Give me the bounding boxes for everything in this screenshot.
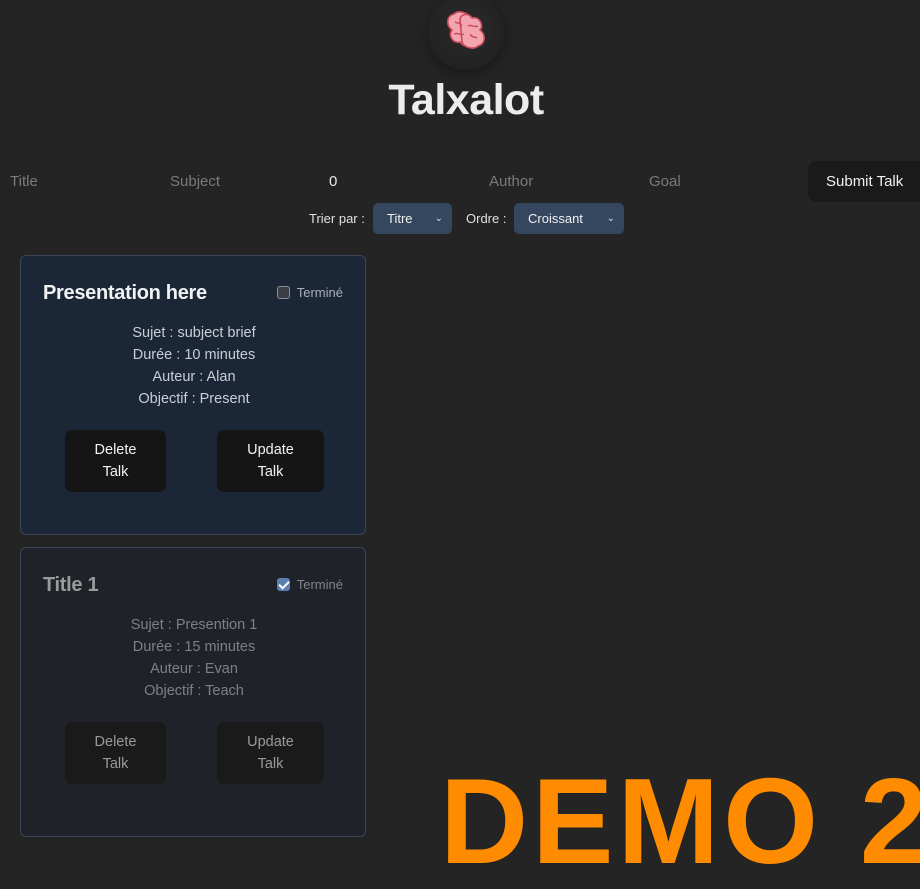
talk-subject: Sujet : Presention 1 [130, 617, 258, 633]
talk-details: Sujet : subject brief Durée : 10 minutes… [21, 322, 367, 410]
sort-by-label: Trier par : [309, 211, 365, 226]
update-label-line2: Talk [257, 464, 284, 480]
talk-form [0, 163, 920, 203]
talk-duration: Durée : 10 minutes [132, 347, 256, 363]
checkbox-checked-icon[interactable] [276, 578, 290, 591]
talk-details: Sujet : Presention 1 Durée : 15 minutes … [21, 614, 367, 702]
brain-logo-icon [446, 11, 486, 49]
talk-title: Presentation here [43, 282, 207, 304]
update-label-line1: Update [247, 734, 294, 750]
submit-talk-button[interactable]: Submit Talk [808, 161, 920, 202]
goal-input[interactable] [649, 163, 789, 201]
sort-by-select[interactable]: Titre ⌄ [373, 203, 452, 234]
duration-input[interactable] [329, 163, 469, 201]
demo-overlay-text: DEMO 2 [440, 753, 920, 889]
update-label-line2: Talk [257, 756, 284, 772]
talk-duration: Durée : 15 minutes [132, 639, 256, 655]
delete-talk-button[interactable]: Delete Talk [65, 722, 166, 784]
done-label: Terminé [296, 285, 343, 300]
talk-card: Title 1 Terminé Sujet : Presention 1 Dur… [20, 547, 366, 837]
chevron-down-icon: ⌄ [606, 213, 615, 224]
order-value: Croissant [528, 211, 583, 226]
delete-talk-button[interactable]: Delete Talk [65, 430, 166, 492]
delete-label-line1: Delete [94, 734, 137, 750]
talk-goal: Objectif : Teach [144, 683, 244, 699]
done-label: Terminé [296, 577, 343, 592]
delete-label-line1: Delete [94, 442, 137, 458]
talk-author: Auteur : Evan [150, 661, 238, 677]
update-label-line1: Update [247, 442, 294, 458]
checkbox-unchecked-icon[interactable] [276, 286, 290, 299]
update-talk-button[interactable]: Update Talk [217, 722, 324, 784]
order-select[interactable]: Croissant ⌄ [514, 203, 624, 234]
chevron-down-icon: ⌄ [434, 213, 443, 224]
delete-label-line2: Talk [102, 464, 129, 480]
sort-controls: Trier par : Titre ⌄ Ordre : Croissant ⌄ [0, 203, 920, 235]
update-talk-button[interactable]: Update Talk [217, 430, 324, 492]
app-logo [426, 0, 506, 72]
done-checkbox[interactable]: Terminé [276, 577, 343, 592]
talk-author: Auteur : Alan [152, 369, 236, 385]
talk-card: Presentation here Terminé Sujet : subjec… [20, 255, 366, 535]
sort-by-value: Titre [387, 211, 413, 226]
order-label: Ordre : [466, 211, 507, 226]
talk-title: Title 1 [43, 574, 99, 596]
delete-label-line2: Talk [102, 756, 129, 772]
author-input[interactable] [489, 163, 629, 201]
app-title: Talxalot [388, 76, 544, 124]
talk-subject: Sujet : subject brief [132, 325, 256, 341]
title-input[interactable] [10, 163, 150, 201]
done-checkbox[interactable]: Terminé [276, 285, 343, 300]
subject-input[interactable] [170, 163, 310, 201]
talk-goal: Objectif : Present [138, 391, 250, 407]
